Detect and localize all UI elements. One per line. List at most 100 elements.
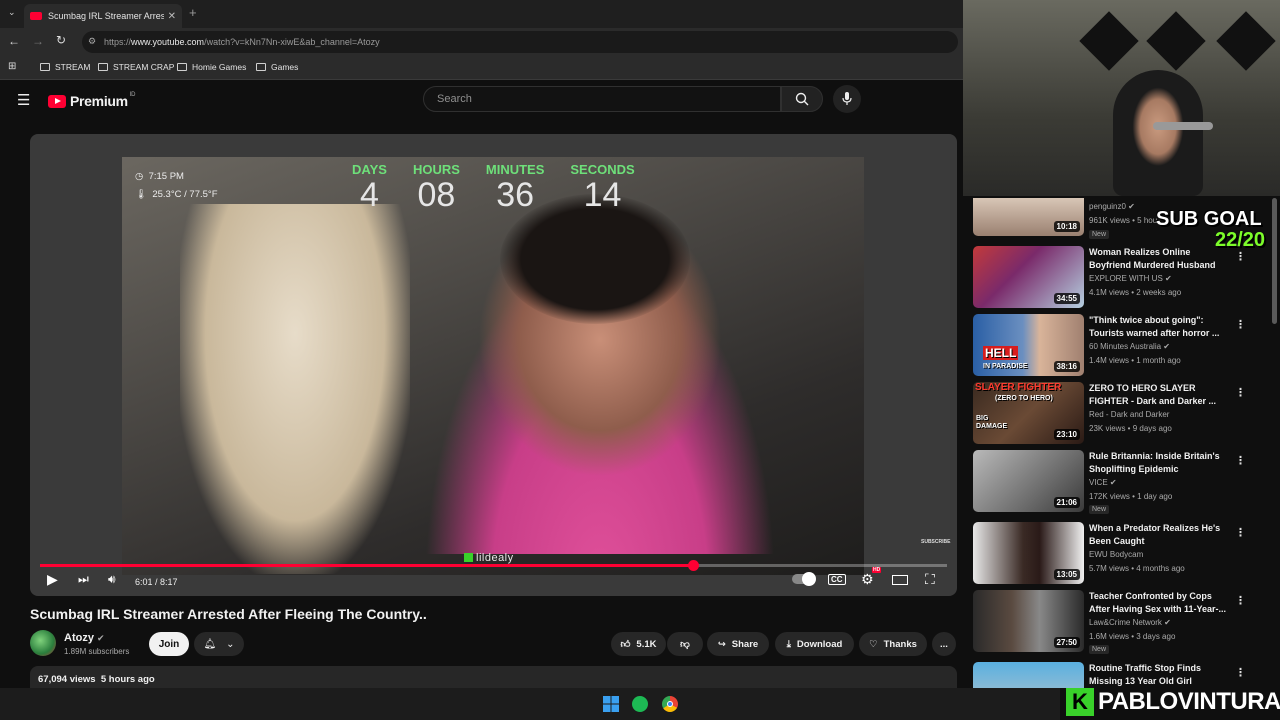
bookmark-label: STREAM CRAP <box>113 62 175 72</box>
recommendation-item[interactable]: 34:55 Woman Realizes Online Boyfriend Mu… <box>973 246 1273 308</box>
acoustic-panel <box>1216 11 1276 71</box>
thanks-button[interactable]: ♡ Thanks <box>859 632 927 656</box>
video-thumbnail[interactable] <box>973 662 1084 688</box>
new-tab-button[interactable]: + <box>189 5 197 20</box>
autoplay-toggle[interactable] <box>792 572 816 586</box>
join-button[interactable]: Join <box>149 632 189 656</box>
share-icon: ↪ <box>717 638 726 650</box>
volume-icon[interactable]: 🔊︎ <box>108 572 116 587</box>
verified-badge-icon: ✔ <box>1163 342 1170 351</box>
windows-start-icon[interactable] <box>603 696 619 712</box>
apps-grid-icon[interactable]: ⊞ <box>8 61 16 72</box>
verified-badge-icon: ✔ <box>1165 274 1172 283</box>
reload-icon[interactable]: ↻ <box>56 33 66 47</box>
url-host: www.youtube.com <box>131 37 205 47</box>
streamer-name-overlay: K PABLOVINTURA <box>1066 688 1280 716</box>
subscriber-count: 1.89M subscribers <box>64 647 130 656</box>
more-options-icon[interactable]: ⋮ <box>1235 666 1246 679</box>
more-actions-button[interactable]: ... <box>932 632 956 656</box>
url-path: /watch?v=kNn7Nn-xiwE&ab_channel=Atozy <box>204 37 380 47</box>
captions-icon[interactable]: CC <box>828 574 846 585</box>
stream-info-overlay: ◷ 7:15 PM 🌡︎ 25.3°C / 77.5°F <box>135 168 218 204</box>
play-icon[interactable]: ▶ <box>47 571 58 588</box>
recommendation-item[interactable]: HELL IN PARADISE 38:16 "Think twice abou… <box>973 314 1273 376</box>
time-display: 6:01 / 8:17 <box>135 577 178 587</box>
more-options-icon[interactable]: ⋮ <box>1235 454 1246 467</box>
kick-logo-icon: K <box>1066 688 1094 716</box>
duration-badge: 13:05 <box>1053 569 1080 580</box>
recommendation-item[interactable]: Routine Traffic Stop Finds Missing 13 Ye… <box>973 662 1273 688</box>
dislike-button[interactable]: 👎︎ <box>667 632 703 656</box>
more-options-icon[interactable]: ⋮ <box>1235 526 1246 539</box>
fullscreen-icon[interactable]: ⛶ <box>925 571 935 588</box>
video-thumbnail[interactable]: HELL IN PARADISE 38:16 <box>973 314 1084 376</box>
more-options-icon[interactable]: ⋮ <box>1235 386 1246 399</box>
like-button[interactable]: 👍︎ 5.1K <box>611 632 666 656</box>
download-icon: ⤓ <box>786 638 791 650</box>
video-thumbnail[interactable]: SLAYER FIGHTER (ZERO TO HERO) BIG DAMAGE… <box>973 382 1084 444</box>
duration-badge: 10:18 <box>1053 221 1080 232</box>
bookmark-games[interactable]: Games <box>256 62 298 72</box>
next-icon[interactable]: ⏭ <box>78 572 89 587</box>
bookmark-stream-crap[interactable]: STREAM CRAP <box>98 62 174 72</box>
channel-name[interactable]: Atozy ✔ <box>64 632 105 644</box>
bookmark-label: STREAM <box>55 62 91 72</box>
rec-title: When a Predator Realizes He's Been Caugh… <box>1089 523 1221 546</box>
microphone-arm <box>1153 122 1213 130</box>
address-bar[interactable]: ⚙ https://www.youtube.com/watch?v=kNn7Nn… <box>82 31 958 53</box>
folder-icon <box>177 63 187 71</box>
progress-bar[interactable] <box>40 560 947 571</box>
bookmark-stream[interactable]: STREAM <box>40 62 90 72</box>
recommendation-item[interactable]: 21:06 Rule Britannia: Inside Britain's S… <box>973 450 1273 514</box>
new-badge: New <box>1089 505 1110 514</box>
youtube-premium-logo[interactable]: Premium ID <box>48 92 136 109</box>
video-player[interactable]: ◷ 7:15 PM 🌡︎ 25.3°C / 77.5°F DAYS 4 HOURS… <box>30 134 957 596</box>
countdown-value: 14 <box>583 176 622 214</box>
video-thumbnail[interactable]: 10:18 <box>973 198 1084 236</box>
countdown-value: 4 <box>360 176 379 214</box>
logo-region: ID <box>129 92 136 98</box>
sidebar-scrollbar[interactable] <box>1272 198 1277 324</box>
theater-mode-icon[interactable] <box>892 575 908 585</box>
search-button[interactable] <box>781 86 823 112</box>
forward-arrow-icon[interactable]: → <box>32 34 44 48</box>
bookmark-homie-games[interactable]: Homie Games <box>177 62 246 72</box>
rec-title: Teacher Confronted by Cops After Having … <box>1089 591 1227 614</box>
site-settings-icon[interactable]: ⚙ <box>88 36 96 47</box>
spotify-icon[interactable] <box>632 696 648 712</box>
video-thumbnail[interactable]: 27:50 <box>973 590 1084 652</box>
share-button[interactable]: ↪ Share <box>707 632 769 656</box>
chrome-icon[interactable] <box>662 696 678 712</box>
browser-tab-youtube[interactable]: Scumbag IRL Streamer Arrested... ✕ <box>24 4 182 28</box>
tab-title: Scumbag IRL Streamer Arrested... <box>48 11 164 21</box>
more-options-icon[interactable]: ⋮ <box>1235 594 1246 607</box>
video-thumbnail[interactable]: 13:05 <box>973 522 1084 584</box>
tab-close-icon[interactable]: ✕ <box>168 11 176 22</box>
recommendation-item[interactable]: 27:50 Teacher Confronted by Cops After H… <box>973 590 1273 654</box>
search-input[interactable]: Search <box>423 86 781 112</box>
stream-temperature: 25.3°C / 77.5°F <box>152 189 218 200</box>
more-options-icon[interactable]: ⋮ <box>1235 318 1246 331</box>
streamer-webcam <box>963 0 1280 196</box>
video-thumbnail[interactable]: 21:06 <box>973 450 1084 512</box>
settings-gear-icon[interactable]: ⚙ <box>861 571 874 588</box>
video-thumbnail[interactable]: 34:55 <box>973 246 1084 308</box>
streamer-name: PABLOVINTURA <box>1098 688 1280 715</box>
view-count: 67,094 views <box>38 674 96 685</box>
menu-hamburger-icon[interactable]: ☰ <box>17 91 30 109</box>
notification-bell-button[interactable]: 🔔︎ ⌄ <box>194 632 244 656</box>
recommendation-item[interactable]: SLAYER FIGHTER (ZERO TO HERO) BIG DAMAGE… <box>973 382 1273 444</box>
tab-list-chevron-icon[interactable]: ⌄ <box>8 7 16 18</box>
streamer-figure <box>1113 70 1203 196</box>
channel-avatar[interactable] <box>30 630 56 656</box>
voice-search-button[interactable] <box>833 85 861 113</box>
back-arrow-icon[interactable]: ← <box>8 34 20 48</box>
download-button[interactable]: ⤓ Download <box>775 632 854 656</box>
youtube-header: ☰ Premium ID Search <box>0 81 963 121</box>
thumbs-down-icon: 👎︎ <box>680 639 690 650</box>
folder-icon <box>256 63 266 71</box>
countdown-value: 08 <box>417 176 456 214</box>
subscribe-watermark[interactable]: SUBSCRIBE <box>921 539 950 545</box>
countdown-label: HOURS <box>412 162 460 177</box>
recommendation-item[interactable]: 13:05 When a Predator Realizes He's Been… <box>973 522 1273 584</box>
